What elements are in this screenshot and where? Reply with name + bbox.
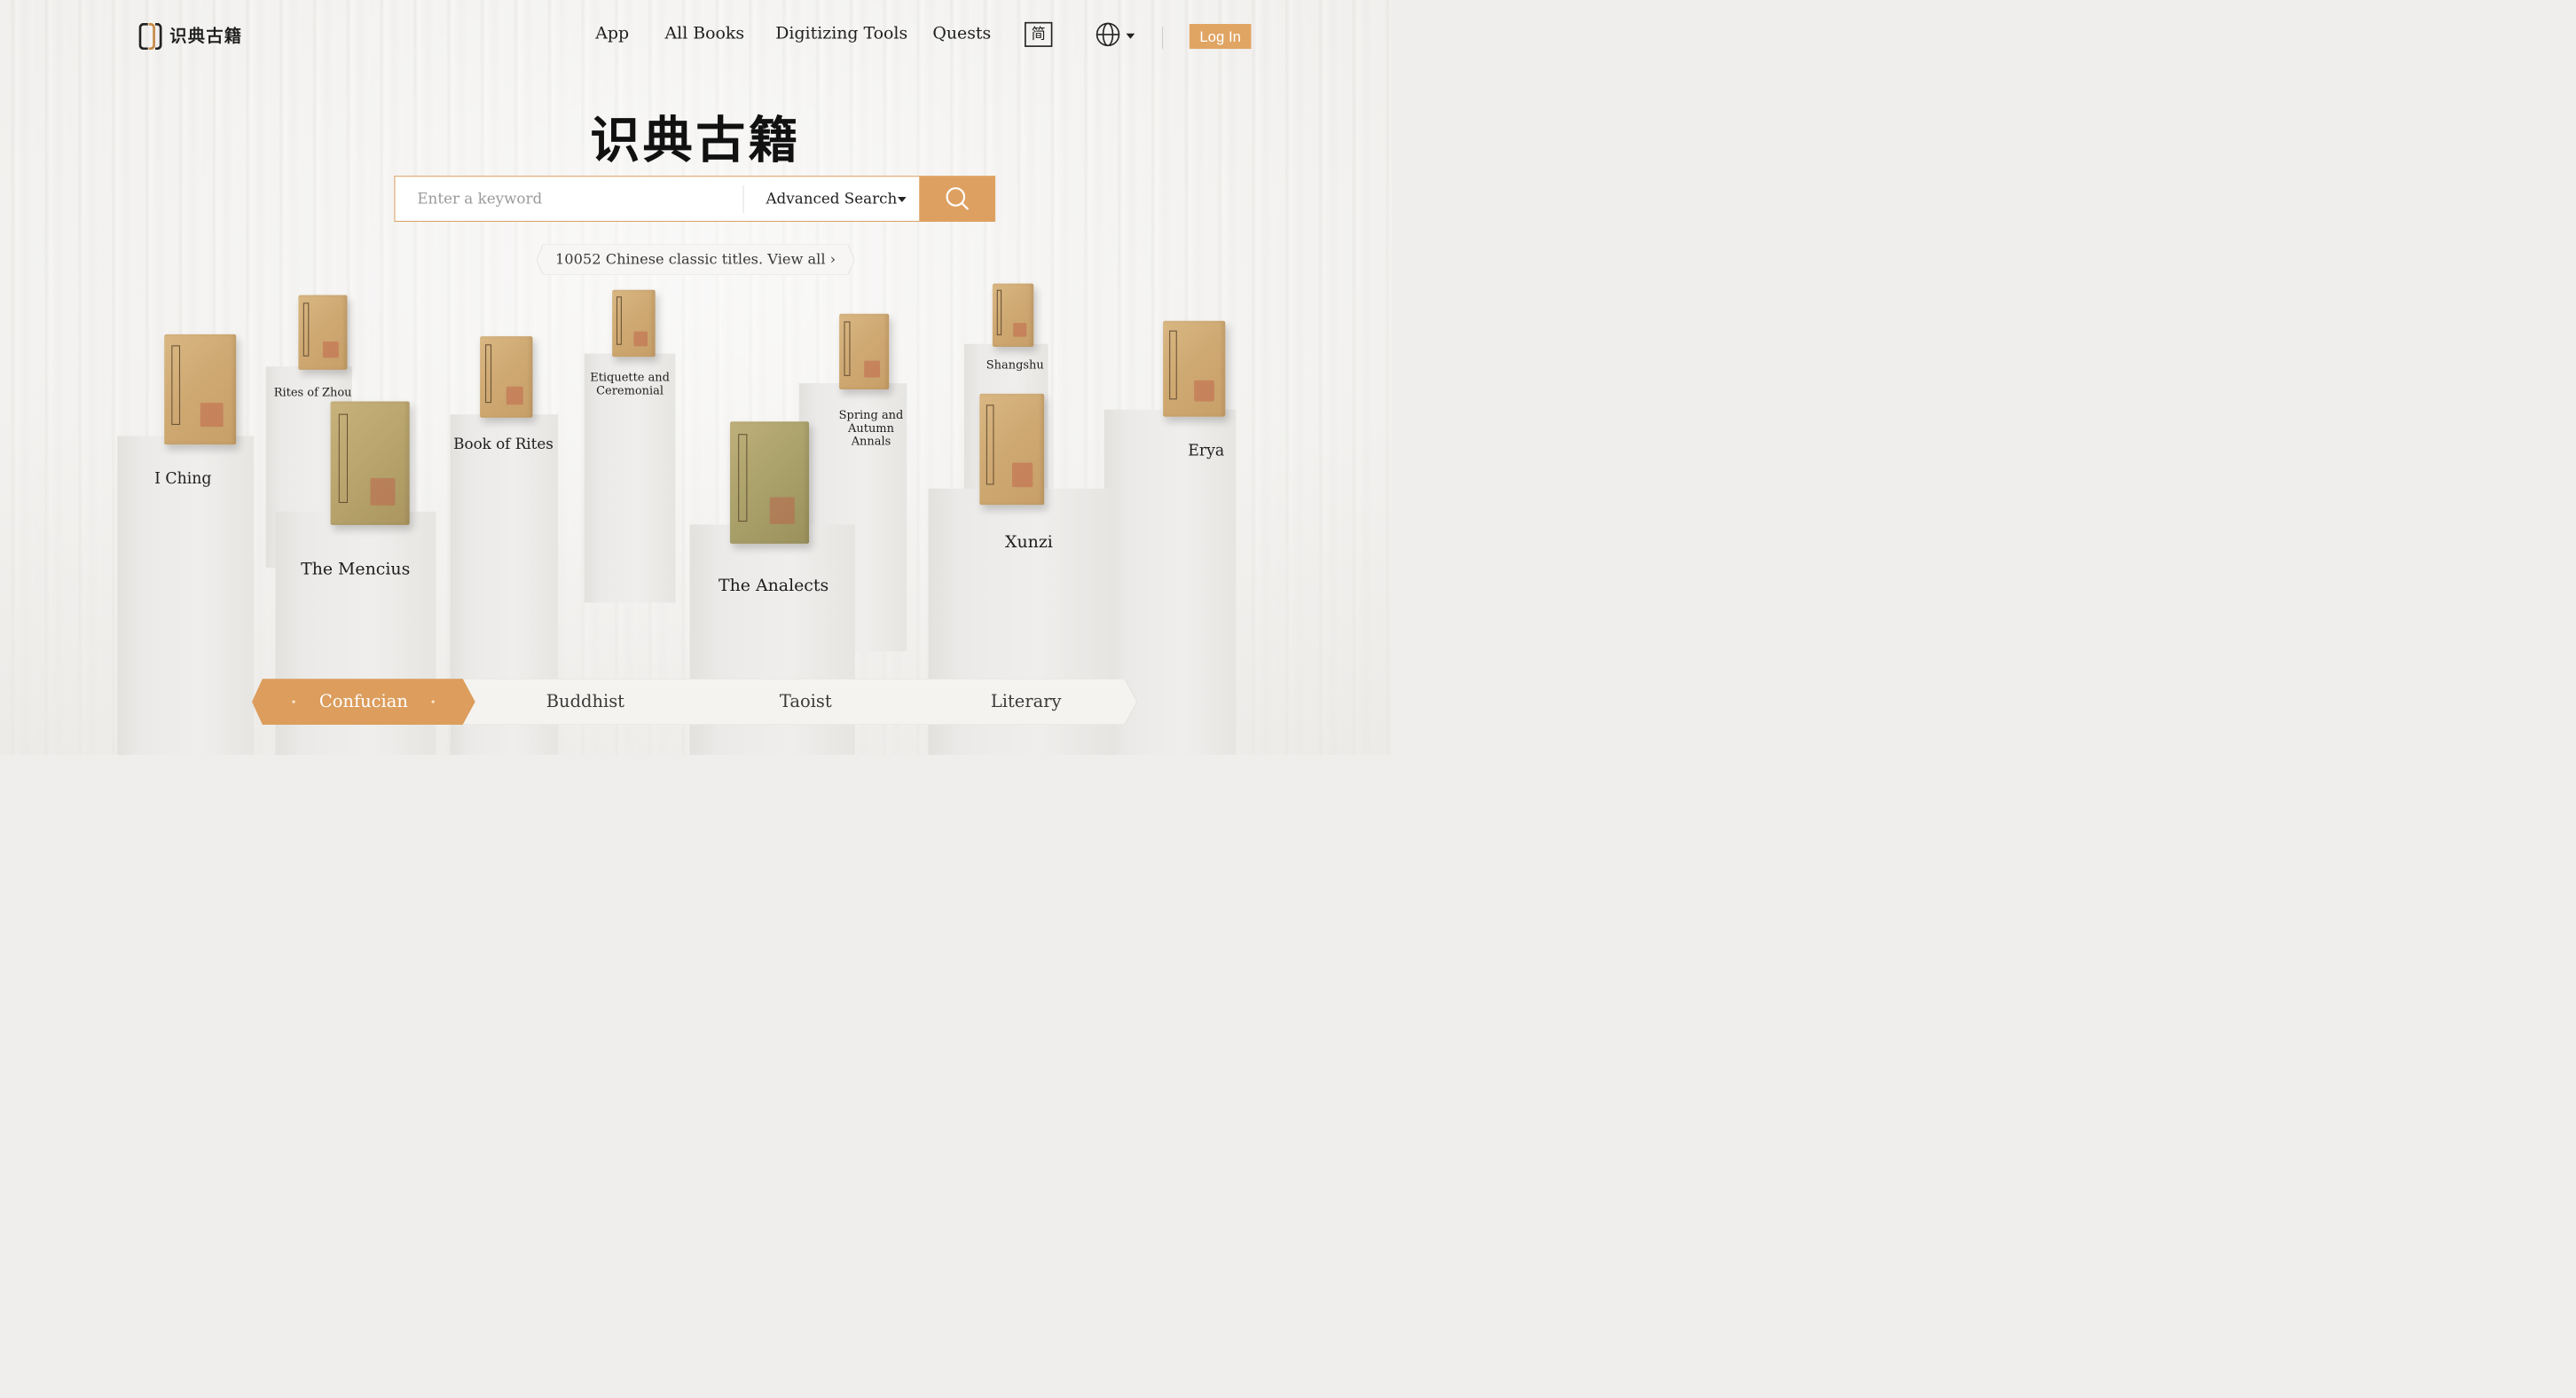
script-toggle-button[interactable]: 简 — [1025, 21, 1053, 47]
book-book-of-rites[interactable] — [480, 336, 533, 418]
category-tabs: Confucian Buddhist Taoist Literary — [252, 679, 1137, 726]
book-the-analects[interactable] — [729, 421, 810, 544]
tab-decoration-dot — [292, 700, 295, 703]
tab-buddhist[interactable]: Buddhist — [475, 679, 695, 725]
search-button[interactable] — [919, 176, 996, 223]
caret-down-icon — [897, 196, 907, 202]
book-i-ching[interactable] — [164, 334, 237, 445]
tab-confucian[interactable]: Confucian — [252, 679, 475, 725]
nav-all-books[interactable]: All Books — [665, 24, 745, 43]
nav-digitizing-tools[interactable]: Digitizing Tools — [775, 24, 907, 43]
book-label: Etiquette and Ceremonial — [590, 370, 670, 397]
page: 识典古籍 App All Books Digitizing Tools Ques… — [0, 0, 1392, 756]
search-input[interactable] — [394, 176, 743, 223]
book-spring-and-autumn-annals[interactable] — [839, 313, 890, 390]
book-rites-of-zhou[interactable] — [298, 295, 348, 370]
divider — [1162, 27, 1164, 50]
book-etiquette-and-ceremonial[interactable] — [612, 289, 656, 357]
advanced-search-dropdown[interactable]: Advanced Search — [742, 176, 920, 223]
book-the-mencius[interactable] — [330, 401, 410, 525]
book-label: Shangshu — [986, 357, 1044, 372]
tab-decoration-dot — [431, 700, 435, 703]
book-label: The Analects — [719, 576, 829, 595]
nav-app[interactable]: App — [595, 24, 629, 43]
top-nav: App All Books Digitizing Tools Quests — [0, 22, 1391, 51]
tab-taoist[interactable]: Taoist — [695, 679, 915, 725]
hero-title: 识典古籍 — [590, 111, 801, 170]
chevron-down-icon[interactable] — [1126, 33, 1135, 39]
book-label: Erya — [1188, 441, 1225, 459]
catalog-link-text: 10052 Chinese classic titles. View all › — [555, 250, 836, 268]
search-bar: Advanced Search — [394, 176, 996, 223]
tab-literary[interactable]: Literary — [915, 679, 1135, 725]
search-icon — [946, 187, 969, 210]
book-label: The Mencius — [301, 559, 411, 579]
login-button[interactable]: Log In — [1189, 24, 1252, 50]
language-globe-icon[interactable] — [1096, 21, 1120, 48]
book-label: Rites of Zhou — [273, 385, 352, 399]
advanced-search-label: Advanced Search — [766, 190, 898, 208]
book-label: Spring and Autumn Annals — [838, 408, 904, 449]
book-label: Xunzi — [1005, 532, 1053, 553]
book-xunzi[interactable] — [979, 393, 1045, 506]
book-label: I Ching — [154, 468, 212, 488]
book-shangshu[interactable] — [992, 283, 1034, 347]
nav-quests[interactable]: Quests — [932, 24, 991, 43]
book-label: Book of Rites — [453, 435, 554, 453]
book-erya[interactable] — [1163, 320, 1226, 417]
catalog-link[interactable]: 10052 Chinese classic titles. View all › — [536, 244, 855, 275]
